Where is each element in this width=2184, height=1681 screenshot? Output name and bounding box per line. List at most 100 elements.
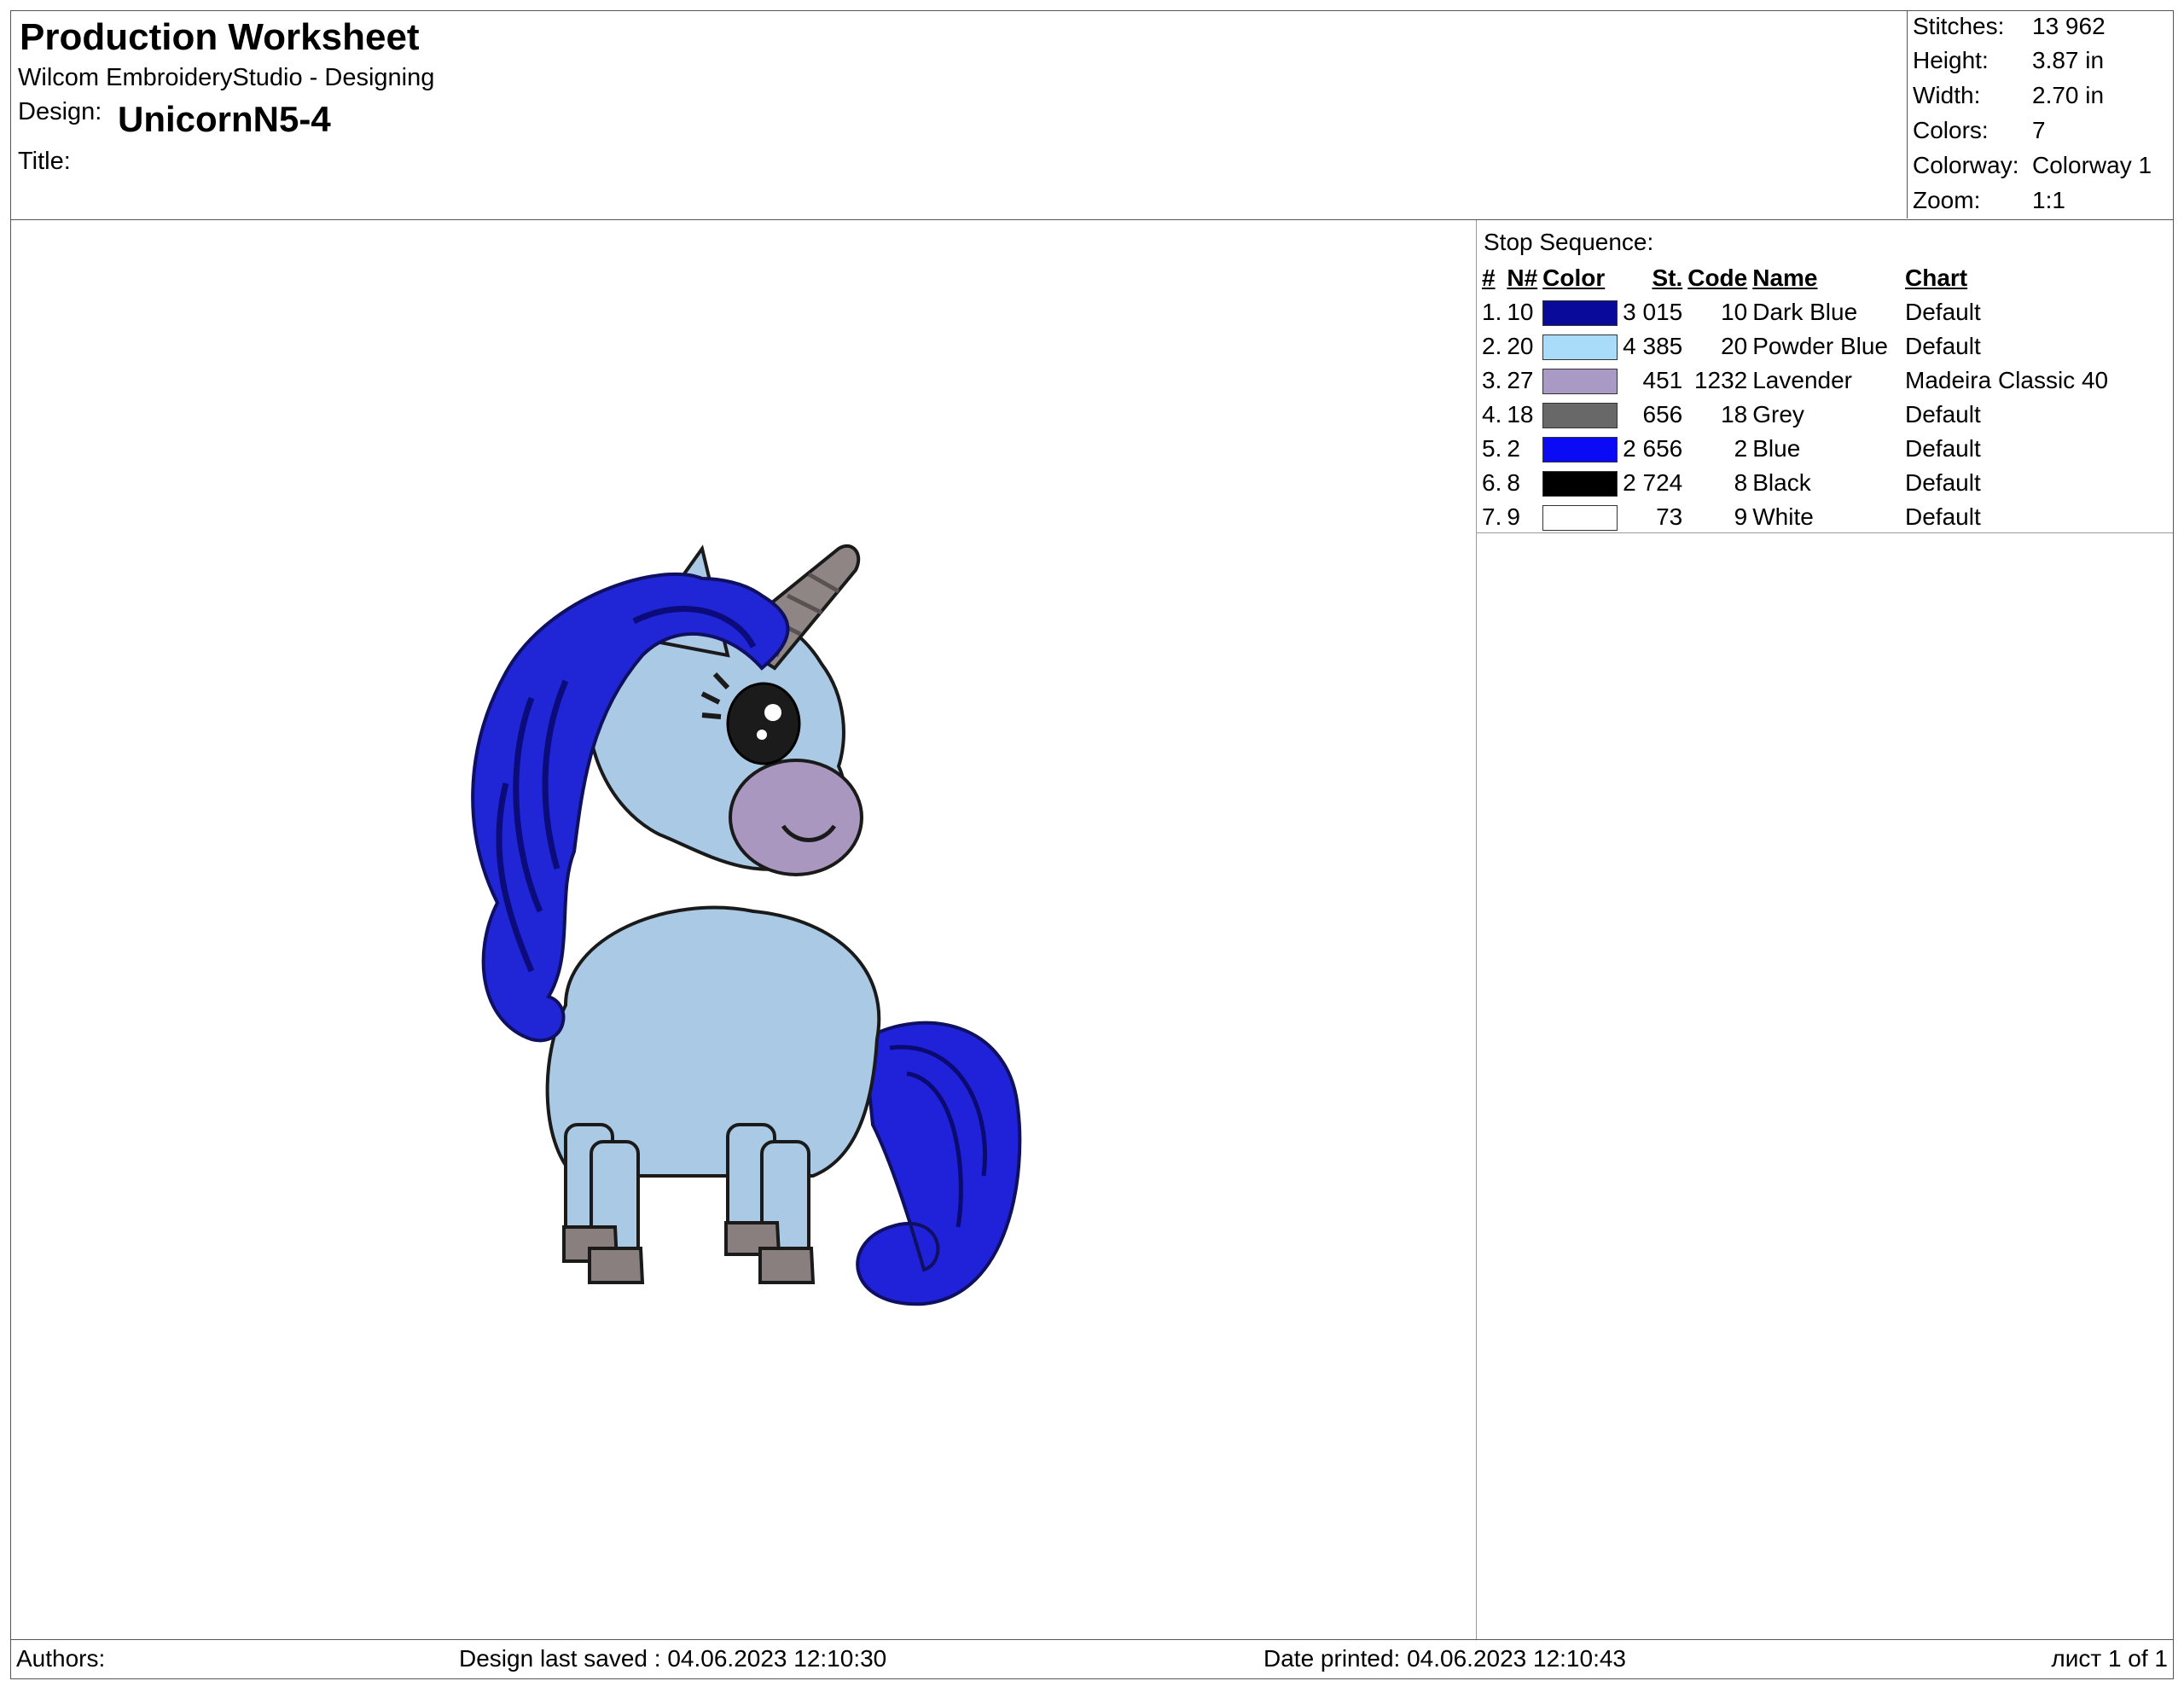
row-index: 7.	[1482, 503, 1502, 530]
stitch-count: 2 656	[1623, 435, 1683, 462]
stitch-count: 73	[1656, 503, 1683, 530]
color-swatch	[1542, 466, 1623, 500]
swatch-box	[1542, 300, 1618, 327]
needle-number: 20	[1507, 333, 1534, 359]
stat-colorway: Colorway: Colorway 1	[1908, 152, 2173, 186]
swatch-box	[1542, 369, 1618, 395]
authors-label: Authors:	[16, 1645, 106, 1672]
table-row: 3. 27 451 1232 Lavender Madeira Classic 40	[1482, 364, 2113, 398]
color-chart: Default	[1905, 299, 1981, 325]
stitch-count: 3 015	[1623, 299, 1683, 325]
row-index: 2.	[1482, 333, 1502, 359]
needle-number: 2	[1507, 435, 1520, 462]
row-index: 1.	[1482, 299, 1502, 325]
stat-label: Height:	[1913, 47, 1989, 73]
app-name: Wilcom EmbroideryStudio - Designing	[18, 64, 435, 91]
stat-value: 3.87 in	[2032, 47, 2105, 73]
row-index: 4.	[1482, 401, 1502, 428]
col-index-header: #	[1482, 265, 1496, 291]
worksheet-header: Production Worksheet Wilcom EmbroiderySt…	[11, 11, 2173, 220]
stat-value: Colorway 1	[2032, 152, 2152, 178]
color-chart: Default	[1905, 503, 1981, 530]
swatch-box	[1542, 437, 1618, 463]
row-index: 5.	[1482, 435, 1502, 462]
design-canvas	[11, 220, 1477, 1639]
stop-sequence-table: # N# Color St. Code Name Chart 1. 10 3 015…	[1482, 261, 2113, 534]
stop-sequence-panel: Stop Sequence: # N# Color St. Code Name …	[1477, 220, 2173, 533]
color-name: Blue	[1752, 435, 1801, 462]
stat-value: 7	[2032, 117, 2046, 143]
color-code: 1232	[1693, 367, 1748, 393]
color-name: Black	[1752, 469, 1811, 496]
stop-sequence-title: Stop Sequence:	[1484, 229, 1654, 255]
col-stitches-header: St.	[1652, 265, 1683, 291]
stat-label: Colors:	[1913, 117, 1989, 143]
row-index: 6.	[1482, 469, 1502, 496]
table-row: 5. 2 2 656 2 Blue Default	[1482, 432, 2113, 466]
swatch-box	[1542, 403, 1618, 429]
page-number: лист 1 of 1	[2051, 1645, 2168, 1672]
stitch-count: 2 724	[1623, 469, 1683, 496]
stat-label: Colorway:	[1913, 152, 2019, 178]
stat-label: Stitches:	[1913, 13, 2005, 39]
color-code: 20	[1721, 333, 1748, 359]
color-swatch	[1542, 364, 1623, 398]
worksheet-footer: Authors: Design last saved : 04.06.2023 …	[11, 1639, 2173, 1678]
needle-number: 9	[1507, 503, 1520, 530]
table-row: 6. 8 2 724 8 Black Default	[1482, 466, 2113, 500]
color-name: Grey	[1752, 401, 1804, 428]
color-swatch	[1542, 500, 1623, 534]
swatch-box	[1542, 471, 1618, 497]
stitch-count: 4 385	[1623, 333, 1683, 359]
color-chart: Default	[1905, 333, 1981, 359]
needle-number: 8	[1507, 469, 1520, 496]
design-label: Design:	[18, 98, 102, 125]
unicorn-embroidery-image	[471, 544, 1022, 1306]
swatch-box	[1542, 334, 1618, 361]
design-stats: Stitches: 13 962 Height: 3.87 in Width: …	[1907, 11, 2173, 218]
stitch-count: 451	[1642, 367, 1683, 393]
needle-number: 10	[1507, 299, 1534, 325]
table-header-row: # N# Color St. Code Name Chart	[1482, 261, 2113, 295]
stat-height: Height: 3.87 in	[1908, 47, 2173, 81]
color-swatch	[1542, 432, 1623, 466]
color-name: Dark Blue	[1752, 299, 1858, 325]
date-printed-text: Date printed: 04.06.2023 12:10:43	[1263, 1645, 1627, 1672]
color-swatch	[1542, 295, 1623, 329]
color-name: White	[1752, 503, 1814, 530]
stat-value: 1:1	[2032, 187, 2065, 213]
stat-colors: Colors: 7	[1908, 117, 2173, 151]
page-title: Production Worksheet	[20, 16, 420, 58]
stat-label: Width:	[1913, 82, 1981, 108]
color-chart: Madeira Classic 40	[1905, 367, 2109, 393]
color-chart: Default	[1905, 401, 1981, 428]
color-code: 10	[1721, 299, 1748, 325]
color-code: 2	[1734, 435, 1748, 462]
col-code-header: Code	[1687, 265, 1748, 291]
color-name: Lavender	[1752, 367, 1852, 393]
color-code: 8	[1734, 469, 1748, 496]
color-code: 18	[1721, 401, 1748, 428]
color-code: 9	[1734, 503, 1748, 530]
stat-width: Width: 2.70 in	[1908, 82, 2173, 116]
stat-label: Zoom:	[1913, 187, 1981, 213]
color-chart: Default	[1905, 469, 1981, 496]
worksheet: Production Worksheet Wilcom EmbroiderySt…	[10, 10, 2174, 1679]
stitch-count: 656	[1642, 401, 1683, 428]
needle-number: 18	[1507, 401, 1534, 428]
stat-value: 2.70 in	[2032, 82, 2105, 108]
color-name: Powder Blue	[1752, 333, 1888, 359]
table-row: 2. 20 4 385 20 Powder Blue Default	[1482, 329, 2113, 364]
row-index: 3.	[1482, 367, 1502, 393]
title-label: Title:	[18, 148, 71, 175]
stat-zoom: Zoom: 1:1	[1908, 187, 2173, 221]
color-swatch	[1542, 398, 1623, 432]
col-needle-header: N#	[1507, 265, 1538, 291]
last-saved-text: Design last saved : 04.06.2023 12:10:30	[459, 1645, 887, 1672]
stat-stitches: Stitches: 13 962	[1908, 13, 2173, 47]
table-row: 4. 18 656 18 Grey Default	[1482, 398, 2113, 432]
swatch-box	[1542, 505, 1618, 532]
table-row: 7. 9 73 9 White Default	[1482, 500, 2113, 534]
col-chart-header: Chart	[1905, 265, 1968, 291]
color-swatch	[1542, 329, 1623, 364]
